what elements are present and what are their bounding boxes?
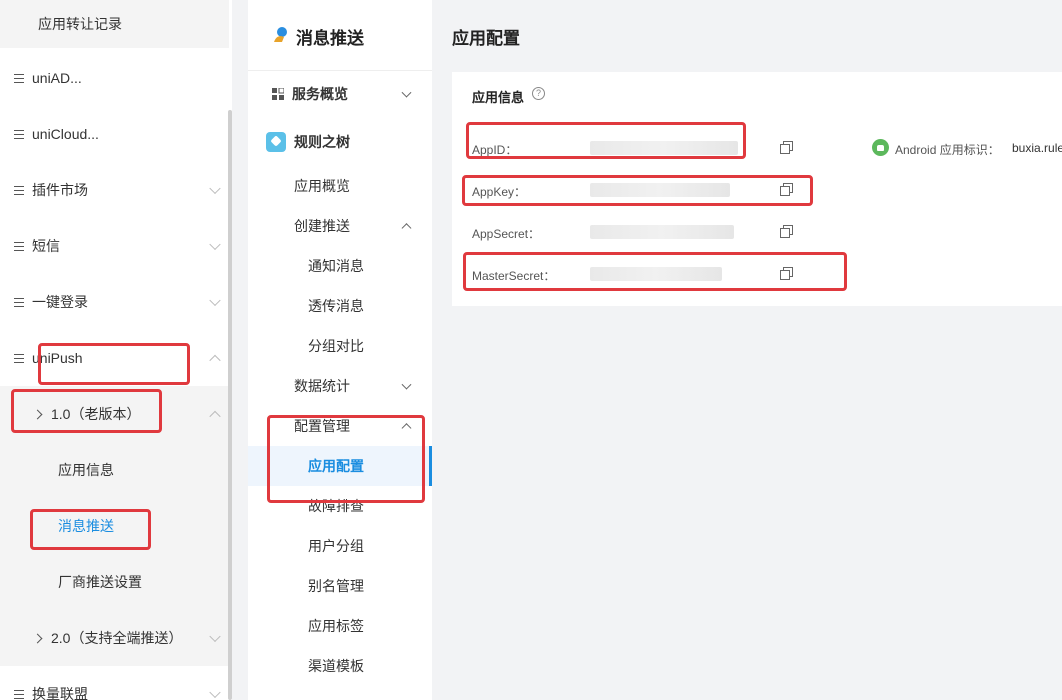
sidebar-item-label: 一键登录 bbox=[32, 294, 88, 310]
sidebar-item-transfer-record[interactable]: 应用转让记录 bbox=[0, 0, 229, 48]
highlight-box bbox=[466, 122, 746, 159]
chevron-down-icon bbox=[401, 379, 412, 390]
android-id-label: Android 应用标识： bbox=[895, 143, 1000, 157]
nav-user-group[interactable]: 用户分组 bbox=[248, 526, 432, 566]
sidebar-item-label: 厂商推送设置 bbox=[58, 574, 142, 590]
nav-alias-management[interactable]: 别名管理 bbox=[248, 566, 432, 606]
nav-app-overview[interactable]: 应用概览 bbox=[248, 166, 432, 206]
middle-nav-title: 消息推送 bbox=[296, 29, 364, 48]
nav-label: 别名管理 bbox=[308, 578, 364, 594]
highlight-box bbox=[463, 252, 847, 291]
list-icon bbox=[14, 241, 24, 251]
sidebar-item-label: uniAD... bbox=[32, 70, 82, 86]
highlight-box bbox=[38, 343, 190, 385]
field-label-appsecret: AppSecret： bbox=[472, 227, 541, 241]
nav-label: 规则之树 bbox=[294, 134, 350, 150]
sidebar-item-unipush-v2[interactable]: 2.0（支持全端推送） bbox=[0, 610, 229, 666]
chevron-down-icon bbox=[209, 630, 221, 643]
sidebar-item-one-click-login[interactable]: 一键登录 bbox=[0, 274, 229, 330]
card-title: 应用信息 bbox=[472, 90, 525, 105]
nav-notification-message[interactable]: 通知消息 bbox=[248, 246, 432, 286]
nav-label: 应用概览 bbox=[294, 178, 350, 194]
sidebar-item-uniad[interactable]: uniAD... bbox=[0, 50, 229, 106]
sidebar-item-vendor-push-settings[interactable]: 厂商推送设置 bbox=[0, 554, 229, 610]
highlight-box bbox=[462, 175, 813, 206]
appsecret-value-redacted bbox=[590, 225, 734, 239]
chevron-down-icon bbox=[401, 87, 412, 98]
chevron-down-icon bbox=[209, 238, 221, 251]
nav-label: 应用标签 bbox=[308, 618, 364, 634]
help-icon[interactable]: ? bbox=[532, 87, 545, 100]
nav-label: 创建推送 bbox=[294, 218, 350, 234]
sidebar-item-label: 插件市场 bbox=[32, 182, 88, 198]
nav-group-compare[interactable]: 分组对比 bbox=[248, 326, 432, 366]
android-id-value: buxia.rule bbox=[1012, 141, 1062, 155]
nav-label: 服务概览 bbox=[292, 86, 348, 102]
active-indicator bbox=[429, 446, 432, 486]
nav-app-tags[interactable]: 应用标签 bbox=[248, 606, 432, 646]
chevron-up-icon bbox=[209, 410, 221, 423]
sidebar-item-sms[interactable]: 短信 bbox=[0, 218, 229, 274]
copy-icon[interactable] bbox=[780, 141, 793, 154]
nav-service-overview[interactable]: 服务概览 bbox=[248, 74, 432, 114]
middle-nav-header: 消息推送 bbox=[248, 0, 432, 71]
sidebar-item-app-info[interactable]: 应用信息 bbox=[0, 442, 229, 498]
sidebar-item-traffic-alliance[interactable]: 换量联盟 bbox=[0, 666, 229, 700]
list-icon bbox=[14, 297, 24, 307]
sidebar-scrollbar[interactable] bbox=[228, 110, 232, 700]
sidebar-item-label: uniCloud... bbox=[32, 126, 99, 142]
nav-channel-template[interactable]: 渠道模板 bbox=[248, 646, 432, 686]
list-icon bbox=[14, 73, 24, 83]
list-icon bbox=[14, 185, 24, 195]
highlight-box bbox=[267, 415, 425, 503]
nav-label: 数据统计 bbox=[294, 378, 350, 394]
chevron-down-icon bbox=[209, 686, 221, 699]
copy-icon[interactable] bbox=[780, 225, 793, 238]
push-logo-icon bbox=[274, 27, 287, 42]
grid-icon bbox=[272, 88, 284, 100]
list-icon bbox=[14, 129, 24, 139]
sidebar-item-unicloud[interactable]: uniCloud... bbox=[0, 106, 229, 162]
page-title: 应用配置 bbox=[452, 29, 520, 48]
nav-label: 用户分组 bbox=[308, 538, 364, 554]
sidebar-item-label: 短信 bbox=[32, 238, 60, 254]
list-icon bbox=[14, 353, 24, 363]
sidebar-item-label: 应用信息 bbox=[58, 462, 114, 478]
nav-label: 分组对比 bbox=[308, 338, 364, 354]
highlight-box bbox=[30, 509, 151, 550]
highlight-box bbox=[11, 389, 162, 433]
chevron-down-icon bbox=[209, 182, 221, 195]
app-icon bbox=[266, 132, 286, 152]
android-icon bbox=[872, 139, 889, 156]
chevron-up-icon bbox=[209, 354, 221, 367]
nav-label: 渠道模板 bbox=[308, 658, 364, 674]
chevron-up-icon bbox=[401, 223, 412, 234]
sidebar-item-label: 换量联盟 bbox=[32, 686, 88, 700]
nav-data-stats[interactable]: 数据统计 bbox=[248, 366, 432, 406]
sidebar-item-plugin-market[interactable]: 插件市场 bbox=[0, 162, 229, 218]
nav-label: 通知消息 bbox=[308, 258, 364, 274]
list-icon bbox=[14, 689, 24, 699]
nav-app-name[interactable]: 规则之树 bbox=[248, 122, 432, 162]
sidebar-item-label: 应用转让记录 bbox=[38, 16, 122, 32]
chevron-right-icon bbox=[32, 633, 43, 643]
chevron-down-icon bbox=[209, 294, 221, 307]
nav-passthrough-message[interactable]: 透传消息 bbox=[248, 286, 432, 326]
sidebar-item-label: 2.0（支持全端推送） bbox=[51, 630, 183, 646]
nav-create-push[interactable]: 创建推送 bbox=[248, 206, 432, 246]
nav-label: 透传消息 bbox=[308, 298, 364, 314]
